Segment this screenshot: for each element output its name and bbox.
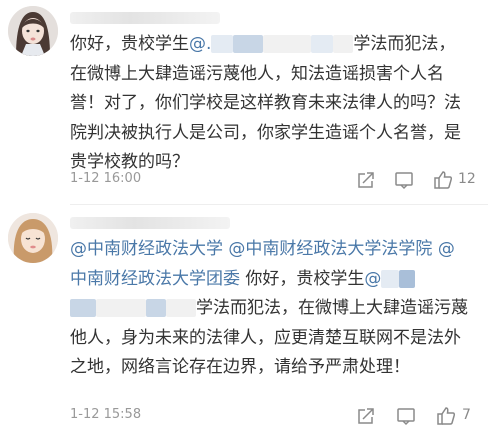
comment-item: 你好，贵校学生@. 学法而犯法，在微博上大肆造谣污蔑他人，知法造谣损害个人名誉！对… [0,0,488,205]
like-icon[interactable] [435,405,457,427]
comment-meta: 1-12 16:00 12 [70,169,488,191]
username-redacted[interactable] [70,217,230,229]
username-redacted[interactable] [70,12,220,24]
share-icon[interactable] [355,405,377,427]
redacted-name [333,35,354,53]
share-icon[interactable] [355,169,377,191]
comment-icon[interactable] [395,405,417,427]
redacted-name [399,269,416,288]
redacted-name [211,35,234,53]
mention-student[interactable]: @ [364,269,381,289]
redacted-name [263,35,312,53]
comment-text: @中南财经政法大学 @中南财经政法大学法学院 @中南财经政法大学团委 你好，贵校… [70,235,470,383]
redacted-name [96,299,146,317]
mention-law-school[interactable]: @中南财经政法大学法学院 [228,239,432,259]
comment-icon[interactable] [393,169,415,191]
comment-item: @中南财经政法大学 @中南财经政法大学法学院 @中南财经政法大学团委 你好，贵校… [0,205,488,436]
avatar[interactable] [8,6,58,56]
comment-meta: 1-12 15:58 7 [70,405,488,427]
comment-timestamp: 1-12 15:58 [70,407,142,422]
redacted-name [70,299,96,317]
redacted-name [166,299,196,317]
like-icon[interactable] [432,169,454,191]
redacted-name [381,269,400,288]
mention-university[interactable]: @中南财经政法大学 [70,239,223,259]
like-count: 12 [458,171,476,187]
comment-text-intro: 你好，贵校学生 [70,34,189,54]
avatar[interactable] [8,213,58,263]
comment-text-intro: 你好，贵校学生 [245,268,365,289]
redacted-name [146,299,166,317]
comment-timestamp: 1-12 16:00 [70,171,142,186]
comment-text-body: 学法而犯法，在微博上大肆造谣污蔑他人，知法造谣损害个人名誉！对了，你们学校是这样… [70,34,461,172]
like-count: 7 [462,407,471,423]
comment-text: 你好，贵校学生@. 学法而犯法，在微博上大肆造谣污蔑他人，知法造谣损害个人名誉！对… [70,30,470,178]
redacted-name [311,35,334,53]
mention-student[interactable]: @. [189,34,211,54]
redacted-name [233,35,264,53]
